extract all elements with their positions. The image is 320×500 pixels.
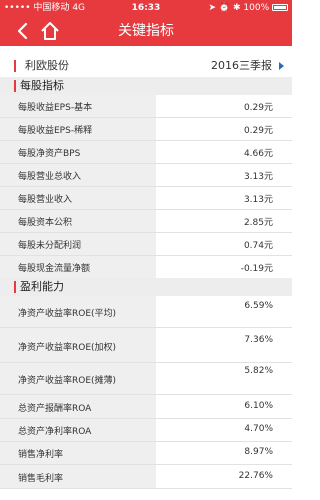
row-value: 3.13元 bbox=[243, 172, 273, 182]
alarm-icon: ⏰ bbox=[218, 3, 231, 13]
company-row: 利欧股份 2016三季报 bbox=[0, 56, 292, 76]
battery-icon bbox=[272, 4, 288, 11]
row-value: 7.36% bbox=[244, 335, 273, 345]
row-value: 2.85元 bbox=[243, 218, 273, 228]
row-value: 4.66元 bbox=[243, 149, 273, 159]
table-row: 每股净资产BPS 4.66元 bbox=[0, 141, 292, 164]
caret-right-icon[interactable] bbox=[279, 62, 284, 70]
row-value: 8.97% bbox=[244, 447, 273, 457]
row-label: 每股营业总收入 bbox=[18, 172, 82, 182]
bluetooth-icon: ✱ bbox=[232, 3, 241, 13]
row-label: 销售毛利率 bbox=[18, 474, 64, 484]
row-label: 净资产收益率ROE(加权) bbox=[18, 343, 117, 353]
row-value: 5.82% bbox=[244, 366, 273, 376]
company-name: 利欧股份 bbox=[25, 59, 69, 72]
row-label: 净资产收益率ROE(摊薄) bbox=[18, 376, 117, 386]
row-label: 每股未分配利润 bbox=[18, 241, 82, 251]
row-value: 6.10% bbox=[244, 401, 273, 411]
table-row: 净资产收益率ROE(平均) 6.59% bbox=[0, 296, 292, 328]
table-row: 每股营业总收入 3.13元 bbox=[0, 164, 292, 187]
table-row: 净资产收益率ROE(摊薄) 5.82% bbox=[0, 363, 292, 395]
row-label: 每股现金流量净额 bbox=[18, 264, 91, 274]
page-title: 关键指标 bbox=[118, 23, 174, 39]
status-bar: ••••• 中国移动 4G 16:33 ➤ ⏰ ✱ 100% bbox=[0, 0, 292, 16]
table-row: 总资产报酬率ROA 6.10% bbox=[0, 395, 292, 419]
section-header-profitability: 盈利能力 bbox=[0, 278, 292, 296]
profitability-table: 净资产收益率ROE(平均) 6.59% 净资产收益率ROE(加权) 7.36% … bbox=[0, 296, 292, 489]
row-label: 总资产净利率ROA bbox=[18, 427, 92, 437]
status-right: ➤ ⏰ ✱ 100% bbox=[208, 0, 288, 16]
table-row: 净资产收益率ROE(加权) 7.36% bbox=[0, 328, 292, 363]
row-label: 每股净资产BPS bbox=[18, 149, 81, 159]
location-icon: ➤ bbox=[208, 3, 216, 13]
row-value: 0.29元 bbox=[243, 103, 273, 113]
section-title: 每股指标 bbox=[20, 79, 64, 92]
per-share-table: 每股收益EPS-基本 0.29元 每股收益EPS-稀释 0.29元 每股净资产B… bbox=[0, 95, 292, 279]
row-label: 每股资本公积 bbox=[18, 218, 73, 228]
table-row: 每股现金流量净额 -0.19元 bbox=[0, 256, 292, 279]
row-value: 3.13元 bbox=[243, 195, 273, 205]
period-selector[interactable]: 2016三季报 bbox=[211, 56, 272, 76]
row-label: 每股收益EPS-基本 bbox=[18, 103, 93, 113]
battery-percent: 100% bbox=[243, 3, 270, 13]
table-row: 每股收益EPS-基本 0.29元 bbox=[0, 95, 292, 118]
row-value: 6.59% bbox=[244, 301, 273, 311]
row-value: 0.74元 bbox=[243, 241, 273, 251]
section-header-per-share: 每股指标 bbox=[0, 77, 292, 95]
row-value: 22.76% bbox=[238, 471, 273, 481]
table-row: 总资产净利率ROA 4.70% bbox=[0, 419, 292, 442]
top-bar: ••••• 中国移动 4G 16:33 ➤ ⏰ ✱ 100% 关键指标 bbox=[0, 0, 292, 46]
row-value: 4.70% bbox=[244, 424, 273, 434]
row-value: -0.19元 bbox=[240, 264, 273, 274]
table-row: 每股资本公积 2.85元 bbox=[0, 210, 292, 233]
table-row: 每股收益EPS-稀释 0.29元 bbox=[0, 118, 292, 141]
row-label: 总资产报酬率ROA bbox=[18, 404, 92, 414]
table-row: 销售净利率 8.97% bbox=[0, 442, 292, 465]
table-row: 每股营业收入 3.13元 bbox=[0, 187, 292, 210]
section-title: 盈利能力 bbox=[20, 280, 64, 293]
row-value: 0.29元 bbox=[243, 126, 273, 136]
row-label: 净资产收益率ROE(平均) bbox=[18, 309, 117, 319]
row-label: 每股营业收入 bbox=[18, 195, 73, 205]
row-label: 销售净利率 bbox=[18, 450, 64, 460]
row-label: 每股收益EPS-稀释 bbox=[18, 126, 93, 136]
section-accent-bar bbox=[14, 281, 16, 293]
table-row: 每股未分配利润 0.74元 bbox=[0, 233, 292, 256]
nav-bar: 关键指标 bbox=[0, 16, 292, 46]
company-accent-bar bbox=[14, 60, 16, 72]
section-accent-bar bbox=[14, 80, 16, 92]
table-row: 销售毛利率 22.76% bbox=[0, 465, 292, 489]
